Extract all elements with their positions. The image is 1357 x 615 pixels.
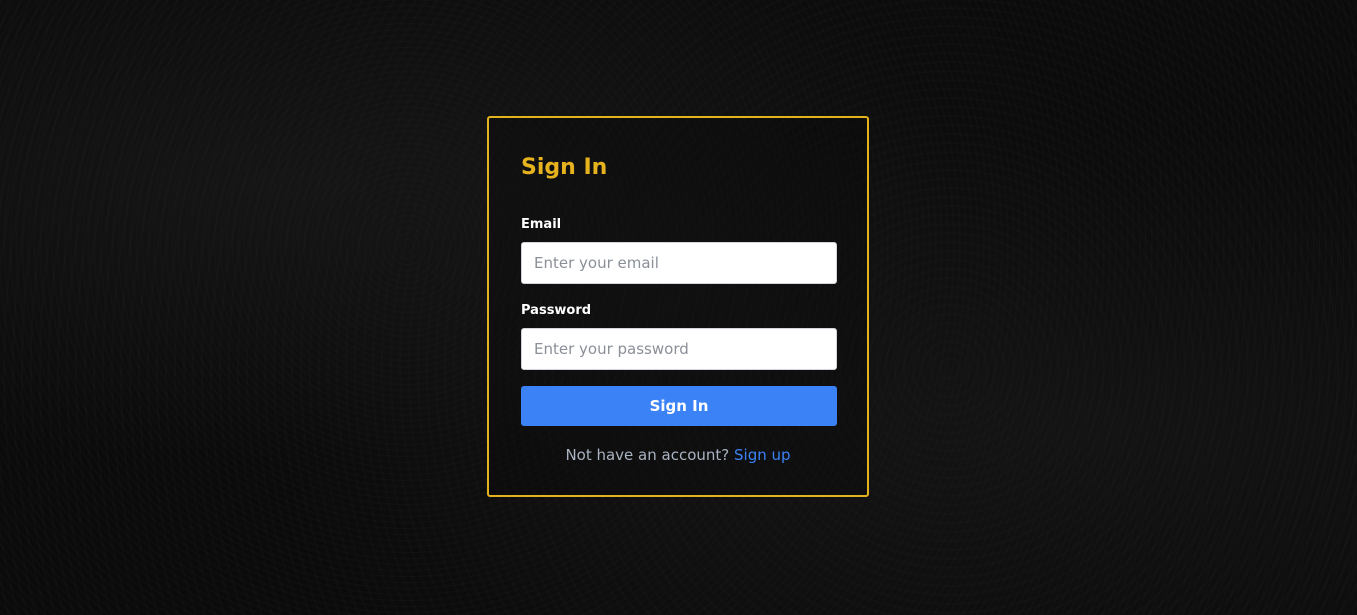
signup-prompt: Not have an account? Sign up: [489, 445, 867, 465]
password-field[interactable]: [521, 328, 837, 370]
signup-link[interactable]: Sign up: [734, 446, 791, 464]
signin-card: Sign In Email Password Sign In Not have …: [487, 116, 869, 497]
signin-title: Sign In: [521, 155, 608, 180]
email-field[interactable]: [521, 242, 837, 284]
signup-prompt-text: Not have an account?: [565, 446, 730, 464]
password-label: Password: [521, 303, 592, 318]
email-label: Email: [521, 217, 562, 232]
signin-button[interactable]: Sign In: [521, 386, 837, 426]
